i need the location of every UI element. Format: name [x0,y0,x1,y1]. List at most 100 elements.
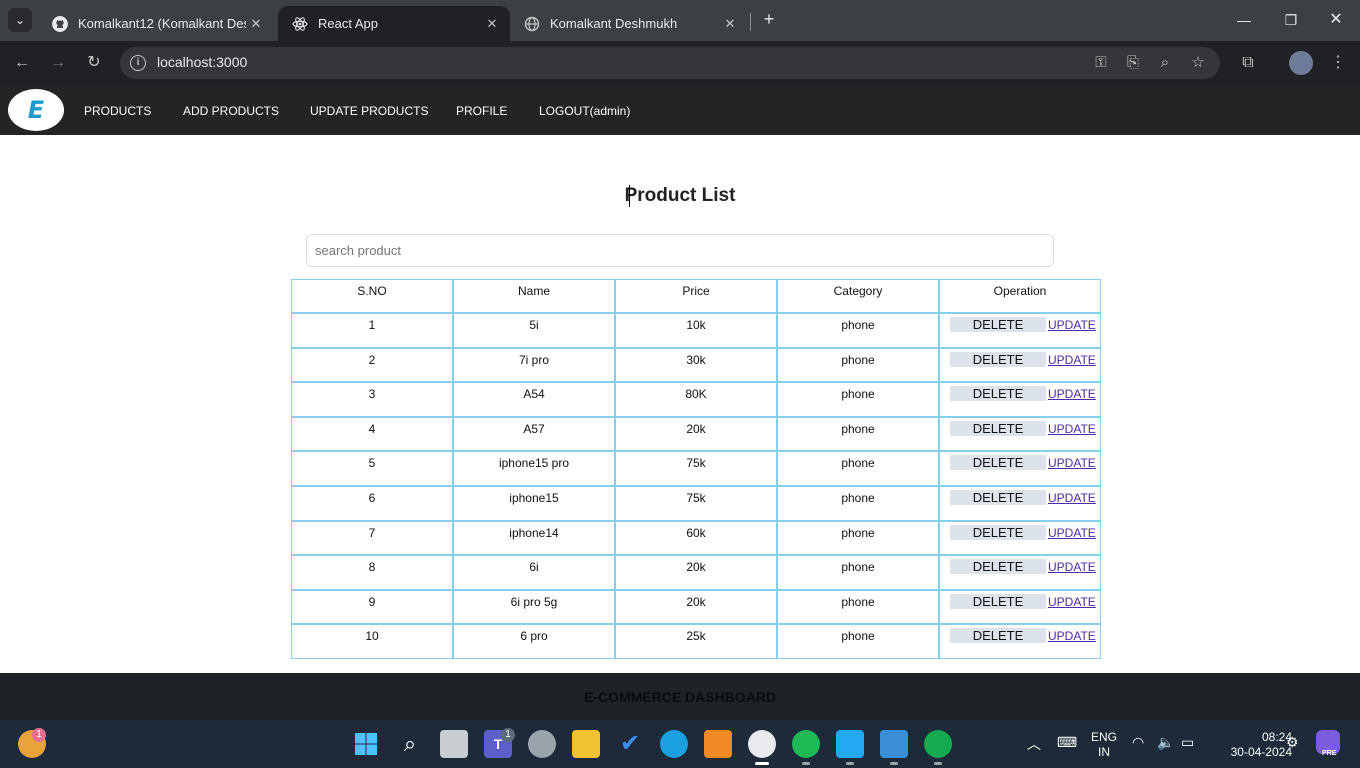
app-navbar: E PRODUCTS ADD PRODUCTS UPDATE PRODUCTS … [0,86,1360,135]
update-link[interactable]: UPDATE [1048,422,1096,436]
file-explorer-icon[interactable] [572,730,600,758]
search-icon[interactable]: ⌕ [396,730,424,758]
update-link[interactable]: UPDATE [1048,595,1096,609]
address-bar[interactable]: i localhost:3000 ⚿ ⎘ ⌕ ☆ [120,47,1220,79]
close-icon[interactable]: ✕ [720,16,740,32]
table-row: 2 7i pro 30k phone DELETE UPDATE [291,347,1101,383]
start-windows-icon[interactable] [352,730,380,758]
nav-logout-link[interactable]: LOGOUT(admin) [539,104,630,118]
settings-gear-icon[interactable] [528,730,556,758]
cell-sno: 4 [291,416,453,452]
url-text[interactable]: localhost:3000 [157,54,247,70]
column-header-sno: S.NO [291,279,453,313]
delete-button[interactable]: DELETE [950,420,1046,436]
xampp-icon[interactable] [704,730,732,758]
edge-browser-icon[interactable] [660,730,688,758]
cell-category: phone [777,382,939,417]
extensions-puzzle-icon[interactable]: ⧉ [1236,51,1260,75]
update-link[interactable]: UPDATE [1048,456,1096,470]
new-tab-plus-icon[interactable]: + [758,8,780,30]
vscode-icon[interactable] [836,730,864,765]
language-indicator[interactable]: ENG [1089,730,1119,744]
search-input[interactable] [306,234,1054,267]
notifications-icon[interactable]: ⚙ [1286,734,1299,751]
restore-icon[interactable]: ❐ [1277,8,1305,32]
tab-search-chevron-icon[interactable]: ⌄ [8,8,32,32]
delete-button[interactable]: DELETE [950,559,1046,575]
update-link[interactable]: UPDATE [1048,560,1096,574]
battery-icon[interactable]: ▭ [1181,734,1194,751]
mongodb-compass-icon[interactable] [924,730,952,765]
nav-profile-link[interactable]: PROFILE [456,104,507,118]
spotify-icon[interactable] [792,730,820,765]
page-footer: E-COMMERCE DASHBOARD [0,673,1360,720]
cell-sno: 5 [291,451,453,486]
cell-operation: DELETE UPDATE [939,313,1101,348]
wifi-icon[interactable]: ◠ [1132,734,1144,751]
forward-arrow-icon[interactable]: → [46,51,70,75]
delete-button[interactable]: DELETE [950,489,1046,505]
install-app-icon[interactable]: ⎘ [1123,53,1143,73]
keyboard-icon[interactable]: ⌨ [1057,734,1077,751]
delete-button[interactable]: DELETE [950,317,1046,332]
photos-icon[interactable] [880,730,908,765]
page-title: Product List [624,185,736,206]
menu-dots-icon[interactable]: ⋮ [1326,51,1350,75]
active-app-indicator [755,762,769,765]
cell-category: phone [777,555,939,590]
tab-github[interactable]: Komalkant12 (Komalkant Deshmukh) ✕ [38,6,274,41]
delete-button[interactable]: DELETE [950,524,1046,540]
zoom-icon[interactable]: ⌕ [1155,53,1175,73]
clock-date[interactable]: 30-04-2024 [1212,745,1292,759]
column-header-name: Name [453,279,615,313]
delete-button[interactable]: DELETE [950,386,1046,402]
profile-avatar[interactable] [1289,51,1313,75]
password-key-icon[interactable]: ⚿ [1091,53,1111,73]
region-indicator[interactable]: IN [1089,745,1119,759]
delete-button[interactable]: DELETE [950,593,1046,609]
nav-update-products-link[interactable]: UPDATE PRODUCTS [310,104,428,118]
site-info-icon[interactable]: i [130,55,146,71]
tab-profile-site[interactable]: Komalkant Deshmukh ✕ [510,6,748,41]
table-row: 5 iphone15 pro 75k phone DELETE UPDATE [291,451,1101,486]
update-link[interactable]: UPDATE [1048,387,1096,401]
reload-icon[interactable]: ↻ [82,51,106,75]
chevron-up-icon[interactable]: ︿ [1027,734,1041,754]
cell-price: 20k [615,589,777,625]
update-link[interactable]: UPDATE [1048,353,1096,367]
cell-name: 7i pro [453,347,615,383]
update-link[interactable]: UPDATE [1048,491,1096,505]
update-link[interactable]: UPDATE [1048,318,1096,332]
cell-price: 75k [615,451,777,486]
window-close-icon[interactable]: ✕ [1322,8,1350,32]
cell-price: 25k [615,624,777,659]
tab-title: Komalkant Deshmukh [550,16,678,31]
update-link[interactable]: UPDATE [1048,629,1096,643]
cell-sno: 2 [291,347,453,383]
table-row: 3 A54 80K phone DELETE UPDATE [291,382,1101,417]
delete-button[interactable]: DELETE [950,455,1046,471]
update-link[interactable]: UPDATE [1048,526,1096,540]
bookmark-star-icon[interactable]: ☆ [1188,53,1208,73]
text-caret [629,185,630,207]
cell-category: phone [777,451,939,486]
close-icon[interactable]: ✕ [246,16,266,32]
app-logo[interactable]: E [8,89,64,131]
delete-button[interactable]: DELETE [950,628,1046,644]
nav-add-products-link[interactable]: ADD PRODUCTS [183,104,279,118]
cell-category: phone [777,624,939,659]
back-arrow-icon[interactable]: ← [10,51,34,75]
close-icon[interactable]: ✕ [482,16,502,32]
task-view-icon[interactable] [440,730,468,758]
minimize-icon[interactable]: — [1230,8,1258,32]
volume-icon[interactable]: 🔈 [1157,734,1174,751]
delete-button[interactable]: DELETE [950,351,1046,367]
chrome-icon[interactable] [748,730,776,765]
cell-name: A57 [453,416,615,452]
table-body: 1 5i 10k phone DELETE UPDATE 2 7i pro 30k phone DE… [291,313,1101,659]
todo-check-icon[interactable]: ✔ [616,730,644,758]
nav-products-link[interactable]: PRODUCTS [84,104,151,118]
tab-react-app[interactable]: React App ✕ [278,6,510,41]
cell-category: phone [777,520,939,556]
clock-time[interactable]: 08:24 [1232,730,1292,744]
